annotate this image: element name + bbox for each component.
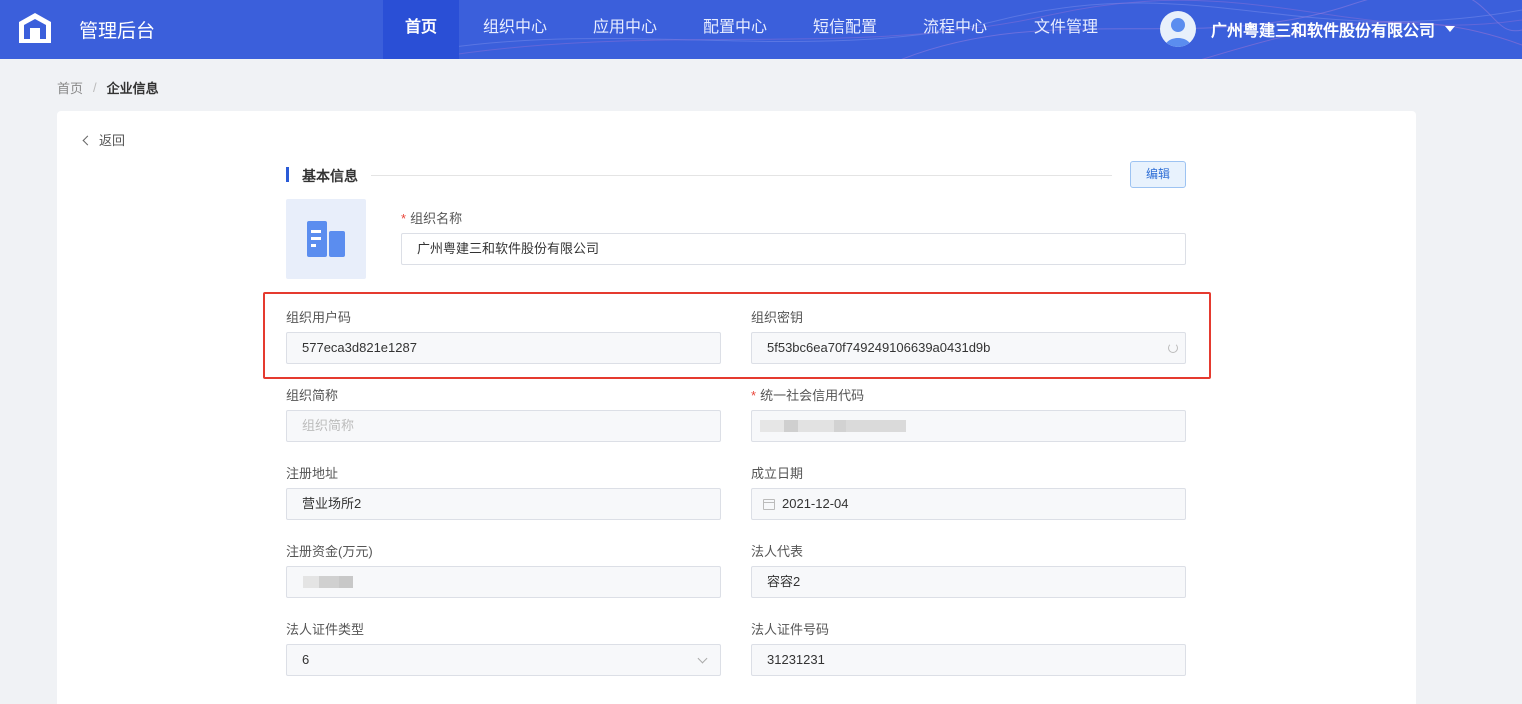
breadcrumb: 首页 / 企业信息 xyxy=(57,78,159,97)
id-number-value: 31231231 xyxy=(767,652,825,667)
short-name-field[interactable]: 组织简称 xyxy=(286,410,721,442)
org-user-code-value: 577eca3d821e1287 xyxy=(302,340,417,355)
nav-workflow-center[interactable]: 流程中心 xyxy=(899,0,1011,59)
redacted-block xyxy=(760,420,784,432)
calendar-icon xyxy=(763,499,775,510)
org-secret-value: 5f53bc6ea70f749249106639a0431d9b xyxy=(767,340,991,355)
found-date-label: 成立日期 xyxy=(751,466,804,481)
id-number-label: 法人证件号码 xyxy=(751,622,830,637)
redacted-block xyxy=(834,420,846,432)
org-name-field[interactable]: 广州粤建三和软件股份有限公司 xyxy=(401,233,1186,265)
id-type-label: 法人证件类型 xyxy=(286,622,365,637)
redacted-block xyxy=(798,420,834,432)
capital-label: 注册资金(万元) xyxy=(286,544,373,559)
chevron-down-icon xyxy=(697,653,708,664)
redacted-block xyxy=(784,420,798,432)
org-logo[interactable] xyxy=(286,199,366,279)
id-type-select[interactable]: 6 xyxy=(286,644,721,676)
address-label: 注册地址 xyxy=(286,466,339,481)
back-label: 返回 xyxy=(99,133,126,148)
building-icon xyxy=(307,221,345,257)
credit-code-label: * 统一社会信用代码 xyxy=(751,385,864,404)
section-divider xyxy=(371,175,1112,176)
redacted-block xyxy=(303,576,319,588)
caret-down-icon xyxy=(1445,26,1456,32)
section-title: 基本信息 xyxy=(302,168,358,184)
breadcrumb-separator: / xyxy=(93,80,97,95)
org-secret-label: 组织密钥 xyxy=(751,310,804,325)
nav-home[interactable]: 首页 xyxy=(383,0,459,59)
required-mark: * xyxy=(751,388,757,403)
main-nav: 首页 组织中心 应用中心 配置中心 短信配置 流程中心 文件管理 xyxy=(383,0,1121,59)
required-mark: * xyxy=(401,211,407,226)
redacted-block xyxy=(319,576,339,588)
found-date-value: 2021-12-04 xyxy=(782,496,849,511)
section-accent-bar xyxy=(286,167,289,182)
avatar xyxy=(1160,11,1196,47)
short-name-placeholder: 组织简称 xyxy=(302,418,355,433)
address-field[interactable]: 营业场所2 xyxy=(286,488,721,520)
nav-config-center[interactable]: 配置中心 xyxy=(679,0,791,59)
credit-code-field[interactable] xyxy=(751,410,1186,442)
user-avatar-icon xyxy=(1165,18,1191,47)
org-name-label: * 组织名称 xyxy=(401,208,462,227)
org-secret-field[interactable]: 5f53bc6ea70f749249106639a0431d9b xyxy=(751,332,1186,364)
user-name: 广州粤建三和软件股份有限公司 xyxy=(1211,23,1436,40)
legal-rep-value: 容容2 xyxy=(767,574,801,589)
app-title: 管理后台 xyxy=(79,21,156,42)
redacted-block xyxy=(846,420,906,432)
content-card xyxy=(57,111,1416,704)
nav-file-management[interactable]: 文件管理 xyxy=(1011,0,1121,59)
nav-app-center[interactable]: 应用中心 xyxy=(571,0,679,59)
top-navbar: 管理后台 首页 组织中心 应用中心 配置中心 短信配置 流程中心 文件管理 广州… xyxy=(0,0,1522,59)
nav-sms-config[interactable]: 短信配置 xyxy=(791,0,899,59)
chevron-left-icon xyxy=(82,135,93,145)
credit-code-label-text: 统一社会信用代码 xyxy=(760,388,865,403)
found-date-field[interactable]: 2021-12-04 xyxy=(751,488,1186,520)
breadcrumb-current: 企业信息 xyxy=(106,81,159,96)
app-logo-icon xyxy=(19,13,51,43)
short-name-label: 组织简称 xyxy=(286,388,339,403)
org-name-label-text: 组织名称 xyxy=(410,211,463,226)
id-number-field[interactable]: 31231231 xyxy=(751,644,1186,676)
user-menu[interactable]: 广州粤建三和软件股份有限公司 xyxy=(1160,11,1456,47)
id-type-value: 6 xyxy=(302,652,310,667)
capital-field[interactable] xyxy=(286,566,721,598)
edit-button[interactable]: 编辑 xyxy=(1130,161,1186,188)
legal-rep-label: 法人代表 xyxy=(751,544,804,559)
redacted-block xyxy=(339,576,353,588)
address-value: 营业场所2 xyxy=(302,496,362,511)
org-user-code-field[interactable]: 577eca3d821e1287 xyxy=(286,332,721,364)
org-user-code-label: 组织用户码 xyxy=(286,310,352,325)
org-name-value: 广州粤建三和软件股份有限公司 xyxy=(417,241,600,256)
back-button[interactable]: 返回 xyxy=(82,130,126,149)
legal-rep-field[interactable]: 容容2 xyxy=(751,566,1186,598)
nav-org-center[interactable]: 组织中心 xyxy=(459,0,571,59)
refresh-icon[interactable] xyxy=(1168,343,1178,353)
breadcrumb-home[interactable]: 首页 xyxy=(57,78,83,97)
